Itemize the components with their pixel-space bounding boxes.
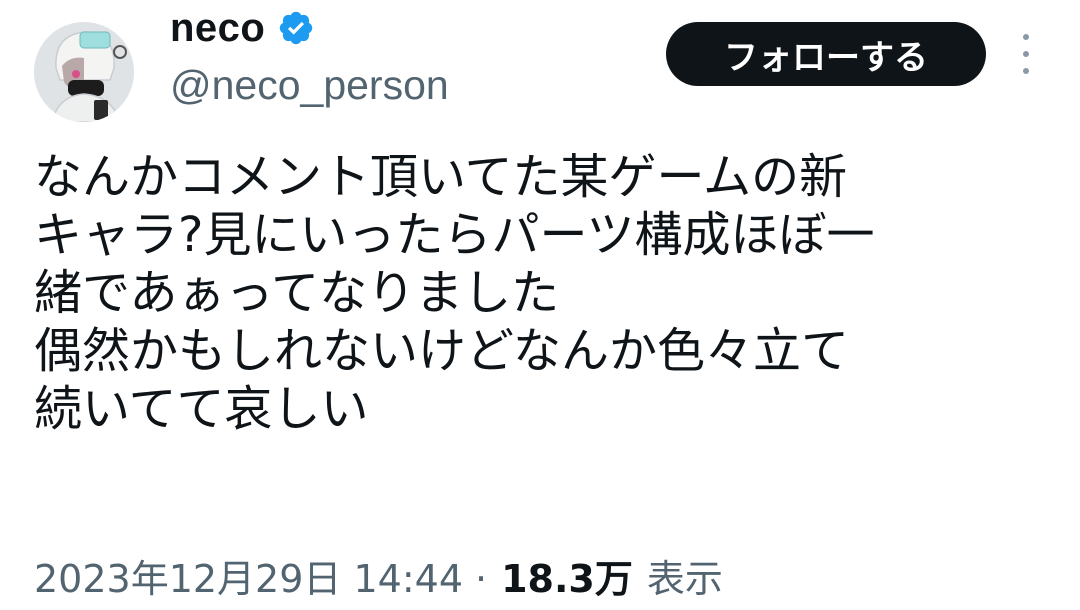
tweet-text: なんかコメント頂いてた某ゲームの新 キャラ?見にいったらパーツ構成ほぼ一 緒であ… bbox=[34, 148, 1064, 438]
author-name-row: neco bbox=[170, 6, 315, 50]
tweet-line: なんかコメント頂いてた某ゲームの新 bbox=[34, 149, 848, 205]
avatar[interactable] bbox=[34, 22, 134, 122]
more-vertical-icon[interactable] bbox=[1014, 34, 1038, 74]
verified-badge-icon[interactable] bbox=[277, 9, 315, 47]
views-count[interactable]: 18.3万 bbox=[501, 548, 633, 603]
more-dot bbox=[1023, 51, 1029, 57]
tweet-meta: 2023年12月29日 14:44 · 18.3万 表示 bbox=[34, 548, 723, 603]
tweet-line: キャラ?見にいったらパーツ構成ほぼ一 bbox=[34, 207, 875, 263]
more-dot bbox=[1023, 68, 1029, 74]
tweet-line: 緒であぁってなりました bbox=[34, 265, 560, 321]
more-dot bbox=[1023, 34, 1029, 40]
views-label: 表示 bbox=[646, 557, 723, 601]
avatar-image bbox=[34, 22, 134, 122]
tweet-line: 続いてて哀しい bbox=[34, 381, 369, 437]
follow-button[interactable]: フォローする bbox=[666, 22, 986, 86]
author-handle[interactable]: @neco_person bbox=[170, 62, 449, 109]
tweet-line: 偶然かもしれないけどなんか色々立て bbox=[34, 323, 850, 379]
timestamp[interactable]: 2023年12月29日 14:44 bbox=[34, 548, 463, 603]
tweet-card: neco @neco_person フォローする なんかコメント頂いてた某ゲーム… bbox=[0, 0, 1080, 610]
display-name[interactable]: neco bbox=[170, 6, 265, 51]
meta-separator: · bbox=[475, 557, 488, 601]
